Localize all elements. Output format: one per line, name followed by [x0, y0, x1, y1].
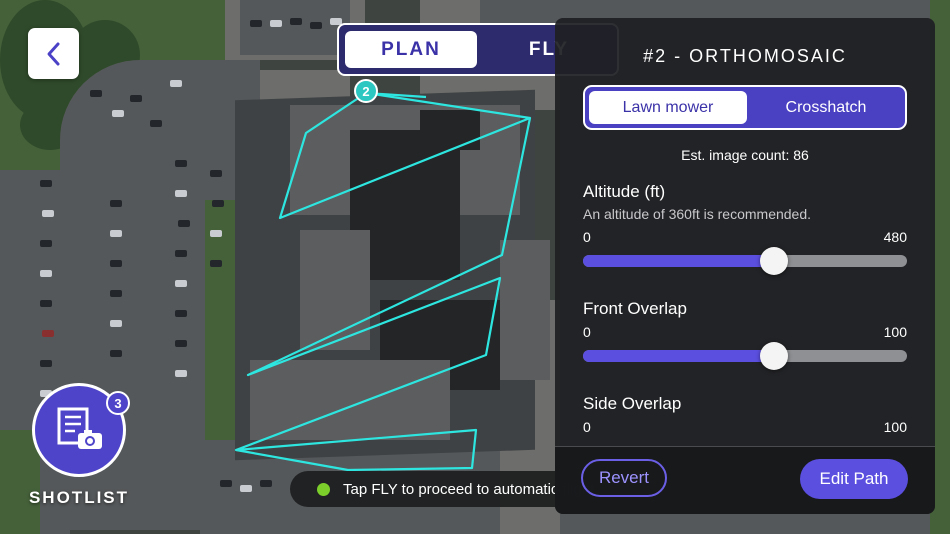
altitude-slider-knob[interactable] [760, 247, 789, 275]
panel-title: #2 - ORTHOMOSAIC [643, 46, 847, 66]
pattern-toggle: Lawn mower Crosshatch [583, 85, 907, 130]
chevron-left-icon [47, 42, 59, 65]
altitude-max: 480 [883, 229, 907, 245]
side-overlap-max: 100 [883, 419, 907, 435]
altitude-min: 0 [583, 229, 591, 245]
back-button[interactable] [28, 28, 79, 79]
pattern-option-lawn-mower[interactable]: Lawn mower [589, 91, 747, 124]
altitude-label: Altitude (ft) [583, 182, 666, 201]
estimated-image-count: Est. image count: 86 [681, 147, 809, 163]
shotlist-count-badge: 3 [106, 391, 130, 415]
front-overlap-min: 0 [583, 324, 591, 340]
altitude-slider[interactable] [583, 247, 907, 275]
altitude-slider-fill [583, 255, 775, 267]
panel-footer: Revert Edit Path [555, 446, 935, 514]
front-overlap-slider-knob[interactable] [760, 342, 789, 370]
front-overlap-label: Front Overlap [583, 299, 687, 318]
altitude-hint: An altitude of 360ft is recommended. [583, 206, 812, 222]
side-overlap-label: Side Overlap [583, 394, 682, 413]
status-dot-icon [317, 482, 330, 496]
revert-button[interactable]: Revert [581, 459, 667, 497]
shotlist-camera-icon [57, 407, 102, 449]
shotlist-label: SHOTLIST [28, 488, 130, 507]
mission-settings-panel: #2 - ORTHOMOSAIC Lawn mower Crosshatch E… [555, 18, 935, 514]
front-overlap-slider[interactable] [583, 342, 907, 370]
edit-path-button[interactable]: Edit Path [800, 459, 908, 499]
waypoint-marker[interactable]: 2 [354, 79, 378, 103]
pattern-option-crosshatch[interactable]: Crosshatch [751, 91, 901, 124]
front-overlap-max: 100 [883, 324, 907, 340]
front-overlap-slider-fill [583, 350, 775, 362]
tab-plan[interactable]: PLAN [345, 31, 477, 68]
side-overlap-min: 0 [583, 419, 591, 435]
